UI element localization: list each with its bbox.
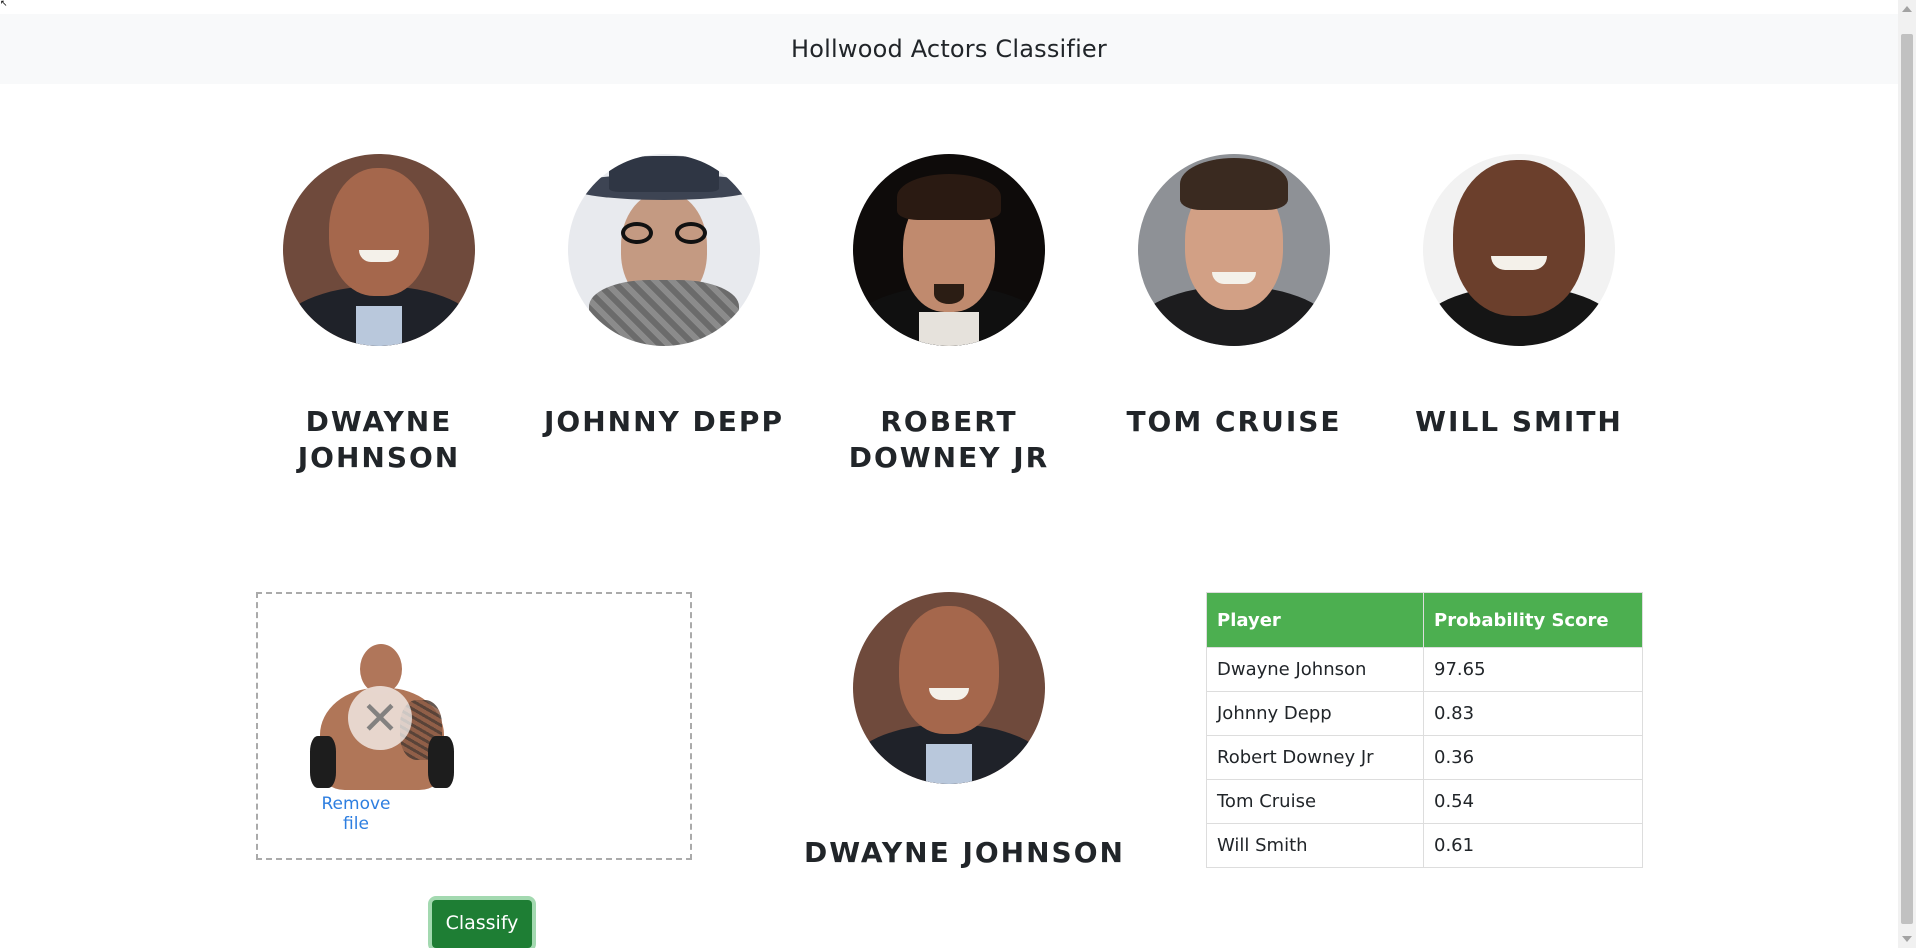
avatar-face <box>899 606 999 734</box>
remove-file-link[interactable]: Remove file <box>306 794 406 834</box>
scroll-up-icon[interactable] <box>1902 6 1912 12</box>
column-header-player: Player <box>1206 592 1424 648</box>
avatar-hat-top <box>609 156 719 192</box>
actor-card-johnny-depp: JOHNNY DEPP <box>539 154 789 440</box>
avatar-smile <box>359 250 399 262</box>
cell-player: Will Smith <box>1206 823 1424 868</box>
navbar: Hollwood Actors Classifier <box>0 14 1898 84</box>
avatar-dwayne-johnson <box>283 154 475 346</box>
actor-card-dwayne-johnson: DWAYNE JOHNSON <box>254 154 504 476</box>
close-icon[interactable]: ✕ <box>361 695 400 741</box>
table-row: Tom Cruise 0.54 <box>1206 779 1643 824</box>
actor-card-tom-cruise: TOM CRUISE <box>1109 154 1359 440</box>
actor-card-will-smith: WILL SMITH <box>1394 154 1644 440</box>
actor-name: DWAYNE JOHNSON <box>297 405 461 474</box>
actor-name: TOM CRUISE <box>1126 405 1342 438</box>
vertical-scrollbar[interactable] <box>1898 0 1916 948</box>
table-header-row: Player Probability Score <box>1206 592 1643 648</box>
table-row: Robert Downey Jr 0.36 <box>1206 735 1643 780</box>
probability-table: Player Probability Score Dwayne Johnson … <box>1206 592 1643 868</box>
avatar-will-smith <box>1423 154 1615 346</box>
cell-score: 0.61 <box>1423 823 1643 868</box>
avatar-hair <box>1180 158 1288 210</box>
remove-file-overlay[interactable]: ✕ <box>348 686 412 750</box>
actor-name: ROBERT DOWNEY JR <box>848 405 1050 474</box>
avatar-johnny-depp <box>568 154 760 346</box>
avatar-tom-cruise <box>1138 154 1330 346</box>
cell-player: Johnny Depp <box>1206 691 1424 736</box>
avatar-robert-downey-jr <box>853 154 1045 346</box>
mouse-cursor-icon: ↖ <box>0 0 8 9</box>
table-row: Johnny Depp 0.83 <box>1206 691 1643 736</box>
actor-name: WILL SMITH <box>1415 405 1623 438</box>
navbar-title: Hollwood Actors Classifier <box>791 35 1107 63</box>
cell-score: 0.54 <box>1423 779 1643 824</box>
cell-player: Robert Downey Jr <box>1206 735 1424 780</box>
avatar-scarf <box>589 280 739 346</box>
cell-player: Tom Cruise <box>1206 779 1424 824</box>
table-row: Will Smith 0.61 <box>1206 823 1643 868</box>
avatar-goatee <box>934 284 964 304</box>
avatar-smile <box>1212 272 1256 284</box>
cell-player: Dwayne Johnson <box>1206 647 1424 692</box>
classify-button[interactable]: Classify <box>432 900 532 948</box>
result-avatar <box>853 592 1045 784</box>
page: ↖ Hollwood Actors Classifier DWAYNE JOHN… <box>0 0 1916 948</box>
cell-score: 97.65 <box>1423 647 1643 692</box>
column-header-probability: Probability Score <box>1423 592 1643 648</box>
actor-card-robert-downey-jr: ROBERT DOWNEY JR <box>824 154 1074 476</box>
avatar-collar <box>926 744 972 784</box>
preview-arm-band <box>428 736 454 788</box>
avatar-face <box>1453 160 1585 316</box>
avatar-smile <box>1491 256 1547 270</box>
avatar-collar <box>356 306 402 346</box>
avatar-collar <box>919 312 979 346</box>
scroll-thumb[interactable] <box>1901 34 1913 924</box>
cell-score: 0.36 <box>1423 735 1643 780</box>
preview-arm-band <box>310 736 336 788</box>
actor-name: JOHNNY DEPP <box>544 405 784 438</box>
result-name: DWAYNE JOHNSON <box>804 836 1125 869</box>
avatar-glasses <box>621 222 707 244</box>
table-row: Dwayne Johnson 97.65 <box>1206 647 1643 692</box>
cell-score: 0.83 <box>1423 691 1643 736</box>
avatar-hair <box>897 174 1001 220</box>
scroll-down-icon[interactable] <box>1902 936 1912 942</box>
avatar-smile <box>929 688 969 700</box>
result-card: DWAYNE JOHNSON <box>804 592 1123 869</box>
avatar-face <box>329 168 429 296</box>
uploaded-file-preview: ✕ <box>308 640 456 790</box>
file-dropzone[interactable]: ✕ Remove file <box>256 592 692 860</box>
